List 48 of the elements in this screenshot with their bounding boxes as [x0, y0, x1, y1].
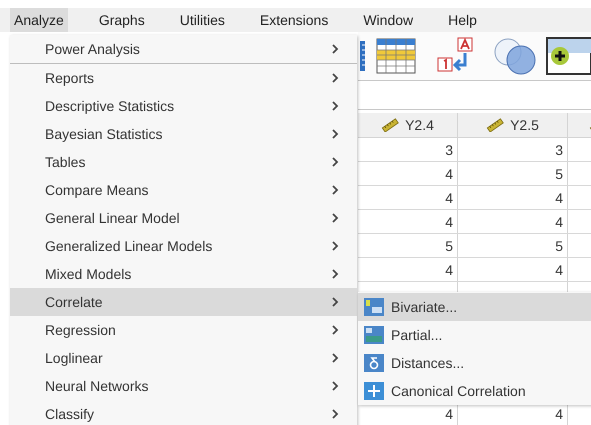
menu-item[interactable]: Reports	[10, 64, 357, 92]
table-cell: 4	[445, 190, 453, 206]
table-cell: 4	[555, 190, 563, 206]
menu-item[interactable]: Graphs	[94, 8, 149, 32]
menu-item[interactable]: Analyze	[10, 8, 68, 32]
table-icon[interactable]	[376, 38, 416, 74]
table-cell: 5	[555, 166, 563, 182]
menu-item[interactable]: Classify	[10, 400, 357, 425]
table-cell: 4	[445, 406, 453, 422]
correlation-icon	[364, 326, 384, 344]
table-cell: 4	[445, 214, 453, 230]
menu-item[interactable]: Window	[359, 8, 418, 32]
column-header[interactable]: Y2.5	[510, 117, 539, 133]
menu-item[interactable]: Partial...	[358, 321, 591, 349]
distance-icon	[364, 354, 384, 372]
menu-item[interactable]: Compare Means	[10, 176, 357, 204]
table-cell: 4	[555, 214, 563, 230]
menu-item[interactable]: Bayesian Statistics	[10, 120, 357, 148]
table-cell: 3	[555, 142, 563, 158]
menu-item[interactable]: Extensions	[256, 8, 332, 32]
menu-item[interactable]: Regression	[10, 316, 357, 344]
table-cell: 3	[445, 142, 453, 158]
table-cell: 4	[445, 262, 453, 278]
table-cell: 4	[555, 262, 563, 278]
table-cell: 4	[555, 406, 563, 422]
menu-item[interactable]: Generalized Linear Models	[10, 232, 357, 260]
venn-icon[interactable]	[492, 36, 538, 76]
menu-item[interactable]: General Linear Model	[10, 204, 357, 232]
menu-item[interactable]: Descriptive Statistics	[10, 92, 357, 120]
correlation-icon	[364, 298, 384, 316]
menu-item[interactable]: Loglinear	[10, 344, 357, 372]
menu-item[interactable]: Help	[444, 8, 481, 32]
menu-item[interactable]: Correlate	[10, 288, 357, 316]
menu-item[interactable]: Power Analysis	[10, 35, 357, 63]
table-cell: 5	[445, 238, 453, 254]
add-button-icon[interactable]	[546, 37, 591, 75]
column-header[interactable]: Y2.4	[405, 117, 434, 133]
menu-item[interactable]: Mixed Models	[10, 260, 357, 288]
table-cell: 4	[445, 166, 453, 182]
table-cell: 5	[555, 238, 563, 254]
menu-item[interactable]: Distances...	[358, 349, 591, 377]
plus-icon	[364, 382, 384, 400]
menu-item[interactable]: Utilities	[176, 8, 229, 32]
menu-item[interactable]: Neural Networks	[10, 372, 357, 400]
variable-view-icon[interactable]	[360, 41, 366, 71]
menu-item[interactable]: Bivariate...	[358, 293, 591, 321]
menu-item[interactable]: Tables	[10, 148, 357, 176]
menu-item[interactable]: Canonical Correlation	[358, 377, 591, 405]
